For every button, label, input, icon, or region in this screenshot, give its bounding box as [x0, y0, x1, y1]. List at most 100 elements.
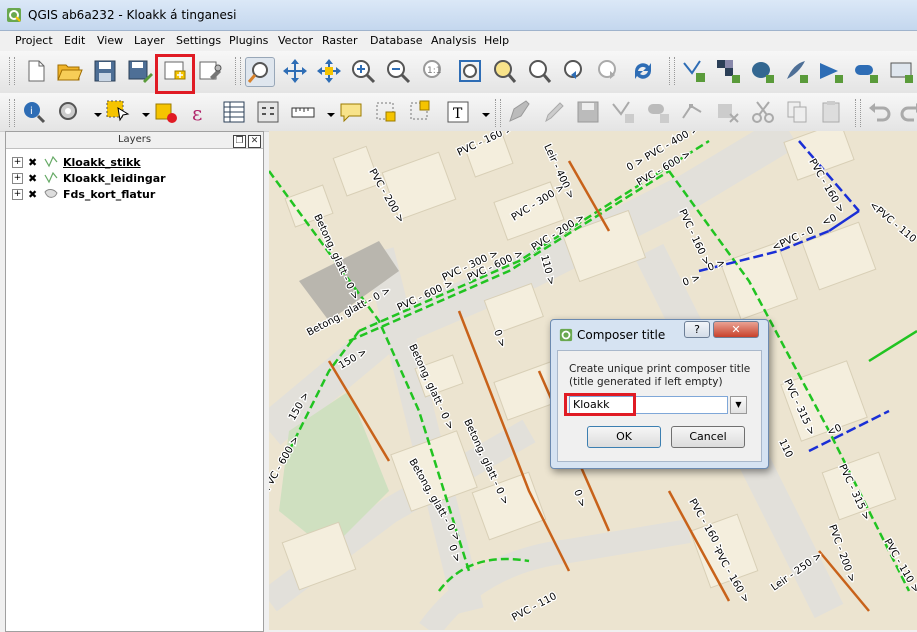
qgis-logo-icon [559, 328, 573, 342]
new-project-icon[interactable] [22, 57, 50, 85]
toolbar-grip[interactable] [9, 57, 15, 85]
svg-text:ε: ε [192, 101, 202, 125]
layer-item-fds-kort-flatur[interactable]: + ✖ Fds_kort_flatur [12, 186, 155, 202]
menu-plugins[interactable]: Plugins [229, 34, 268, 47]
expression-select-icon[interactable]: ε [186, 98, 214, 126]
map-label: PVC - 200 > [826, 523, 857, 584]
dialog-prompt-hint: (title generated if left empty) [569, 376, 723, 388]
zoom-full-icon[interactable] [456, 57, 484, 85]
identify-icon[interactable]: i [20, 98, 48, 126]
pan-to-selection-icon[interactable] [315, 57, 343, 85]
pan-arrows-icon[interactable] [281, 57, 309, 85]
add-feature-icon[interactable] [609, 98, 637, 126]
zoom-to-selection-icon[interactable] [490, 57, 518, 85]
menu-edit[interactable]: Edit [64, 34, 85, 47]
zoom-next-icon[interactable] [594, 57, 622, 85]
line-layer-icon [44, 172, 58, 184]
chevron-down-icon[interactable] [472, 101, 490, 129]
current-edits-icon[interactable] [505, 98, 533, 126]
chevron-down-icon[interactable]: ▼ [730, 396, 747, 414]
new-shapefile-icon[interactable] [680, 57, 708, 85]
menu-vector[interactable]: Vector [278, 34, 313, 47]
toolbar-grip[interactable] [855, 99, 861, 127]
chevron-down-icon[interactable] [84, 101, 102, 129]
cancel-button[interactable]: Cancel [671, 426, 745, 448]
toolbar-main: 1:1 [0, 51, 917, 94]
expand-icon[interactable]: + [12, 156, 23, 168]
redo-icon[interactable] [898, 98, 917, 126]
zoom-out-icon[interactable] [384, 57, 412, 85]
layer-visible-checkbox[interactable]: ✖ [28, 173, 39, 184]
zoom-last-icon[interactable] [560, 57, 588, 85]
layer-name: Kloakk_stikk [63, 155, 141, 169]
add-spatialite-icon[interactable] [782, 57, 810, 85]
expand-icon[interactable]: + [12, 172, 23, 184]
float-panel-icon[interactable]: ❐ [233, 135, 246, 148]
zoom-actual-size-icon[interactable]: 1:1 [418, 57, 446, 85]
toggle-editing-icon[interactable] [540, 98, 568, 126]
composer-manager-icon[interactable] [196, 57, 224, 85]
map-label: 110 [776, 438, 794, 460]
menu-settings[interactable]: Settings [176, 34, 221, 47]
run-action-icon[interactable] [55, 98, 83, 126]
layer-visible-checkbox[interactable]: ✖ [28, 189, 39, 200]
menu-database[interactable]: Database [370, 34, 423, 47]
chevron-down-icon[interactable] [132, 101, 150, 129]
zoom-in-icon[interactable] [349, 57, 377, 85]
svg-text:T: T [453, 106, 463, 122]
toolbar-grip[interactable] [669, 57, 675, 85]
help-button[interactable]: ? [684, 321, 710, 338]
copy-features-icon[interactable] [783, 98, 811, 126]
polygon-layer-icon [44, 189, 58, 198]
add-raster-icon[interactable] [714, 57, 742, 85]
expand-icon[interactable]: + [12, 188, 23, 200]
save-edits-icon[interactable] [574, 98, 602, 126]
paste-features-icon[interactable] [817, 98, 845, 126]
show-bookmarks-icon[interactable] [406, 98, 434, 126]
menu-help[interactable]: Help [484, 34, 509, 47]
layer-name: Kloakk_leidingar [63, 171, 166, 185]
new-bookmark-icon[interactable] [372, 98, 400, 126]
svg-text:i: i [30, 106, 33, 117]
toolbar-grip[interactable] [235, 57, 241, 85]
menu-project[interactable]: Project [15, 34, 53, 47]
ok-button[interactable]: OK [587, 426, 661, 448]
layer-item-kloakk-stikk[interactable]: + ✖ Kloakk_stikk [12, 154, 141, 170]
refresh-icon[interactable] [629, 57, 657, 85]
menu-raster[interactable]: Raster [322, 34, 357, 47]
highlight-title-input [564, 393, 636, 416]
undo-icon[interactable] [865, 98, 893, 126]
layer-item-kloakk-leidingar[interactable]: + ✖ Kloakk_leidingar [12, 170, 166, 186]
attribute-table-icon[interactable] [220, 98, 248, 126]
save-as-project-icon[interactable] [126, 57, 154, 85]
toolbar-grip[interactable] [495, 99, 501, 127]
save-project-icon[interactable] [91, 57, 119, 85]
toolbar-grip[interactable] [9, 99, 15, 127]
close-panel-icon[interactable]: ✕ [248, 135, 261, 148]
deselect-icon[interactable] [152, 98, 180, 126]
field-calculator-icon[interactable] [254, 98, 282, 126]
menu-analysis[interactable]: Analysis [431, 34, 476, 47]
open-project-icon[interactable] [55, 57, 83, 85]
toolbar-attributes: i ε T [0, 93, 917, 132]
zoom-to-layer-icon[interactable] [525, 57, 553, 85]
move-feature-icon[interactable] [644, 98, 672, 126]
chevron-down-icon[interactable] [317, 101, 335, 129]
cut-features-icon[interactable] [749, 98, 777, 126]
measure-line-icon[interactable] [289, 98, 317, 126]
menu-view[interactable]: View [97, 34, 123, 47]
map-tips-icon[interactable] [337, 98, 365, 126]
delete-selected-icon[interactable] [714, 98, 742, 126]
title-bar: QGIS ab6a232 - Kloakk á tinganesi [0, 0, 917, 31]
add-wms-icon[interactable] [817, 57, 845, 85]
text-annotation-icon[interactable]: T [444, 98, 472, 126]
menu-layer[interactable]: Layer [134, 34, 165, 47]
select-features-icon[interactable] [104, 98, 132, 126]
add-wcs-icon[interactable] [852, 57, 880, 85]
layer-visible-checkbox[interactable]: ✖ [28, 157, 39, 168]
node-tool-icon[interactable] [679, 98, 707, 126]
pan-map-icon[interactable] [245, 57, 275, 87]
close-button[interactable]: ✕ [713, 321, 759, 338]
add-wfs-icon[interactable] [887, 57, 915, 85]
add-postgis-icon[interactable] [748, 57, 776, 85]
